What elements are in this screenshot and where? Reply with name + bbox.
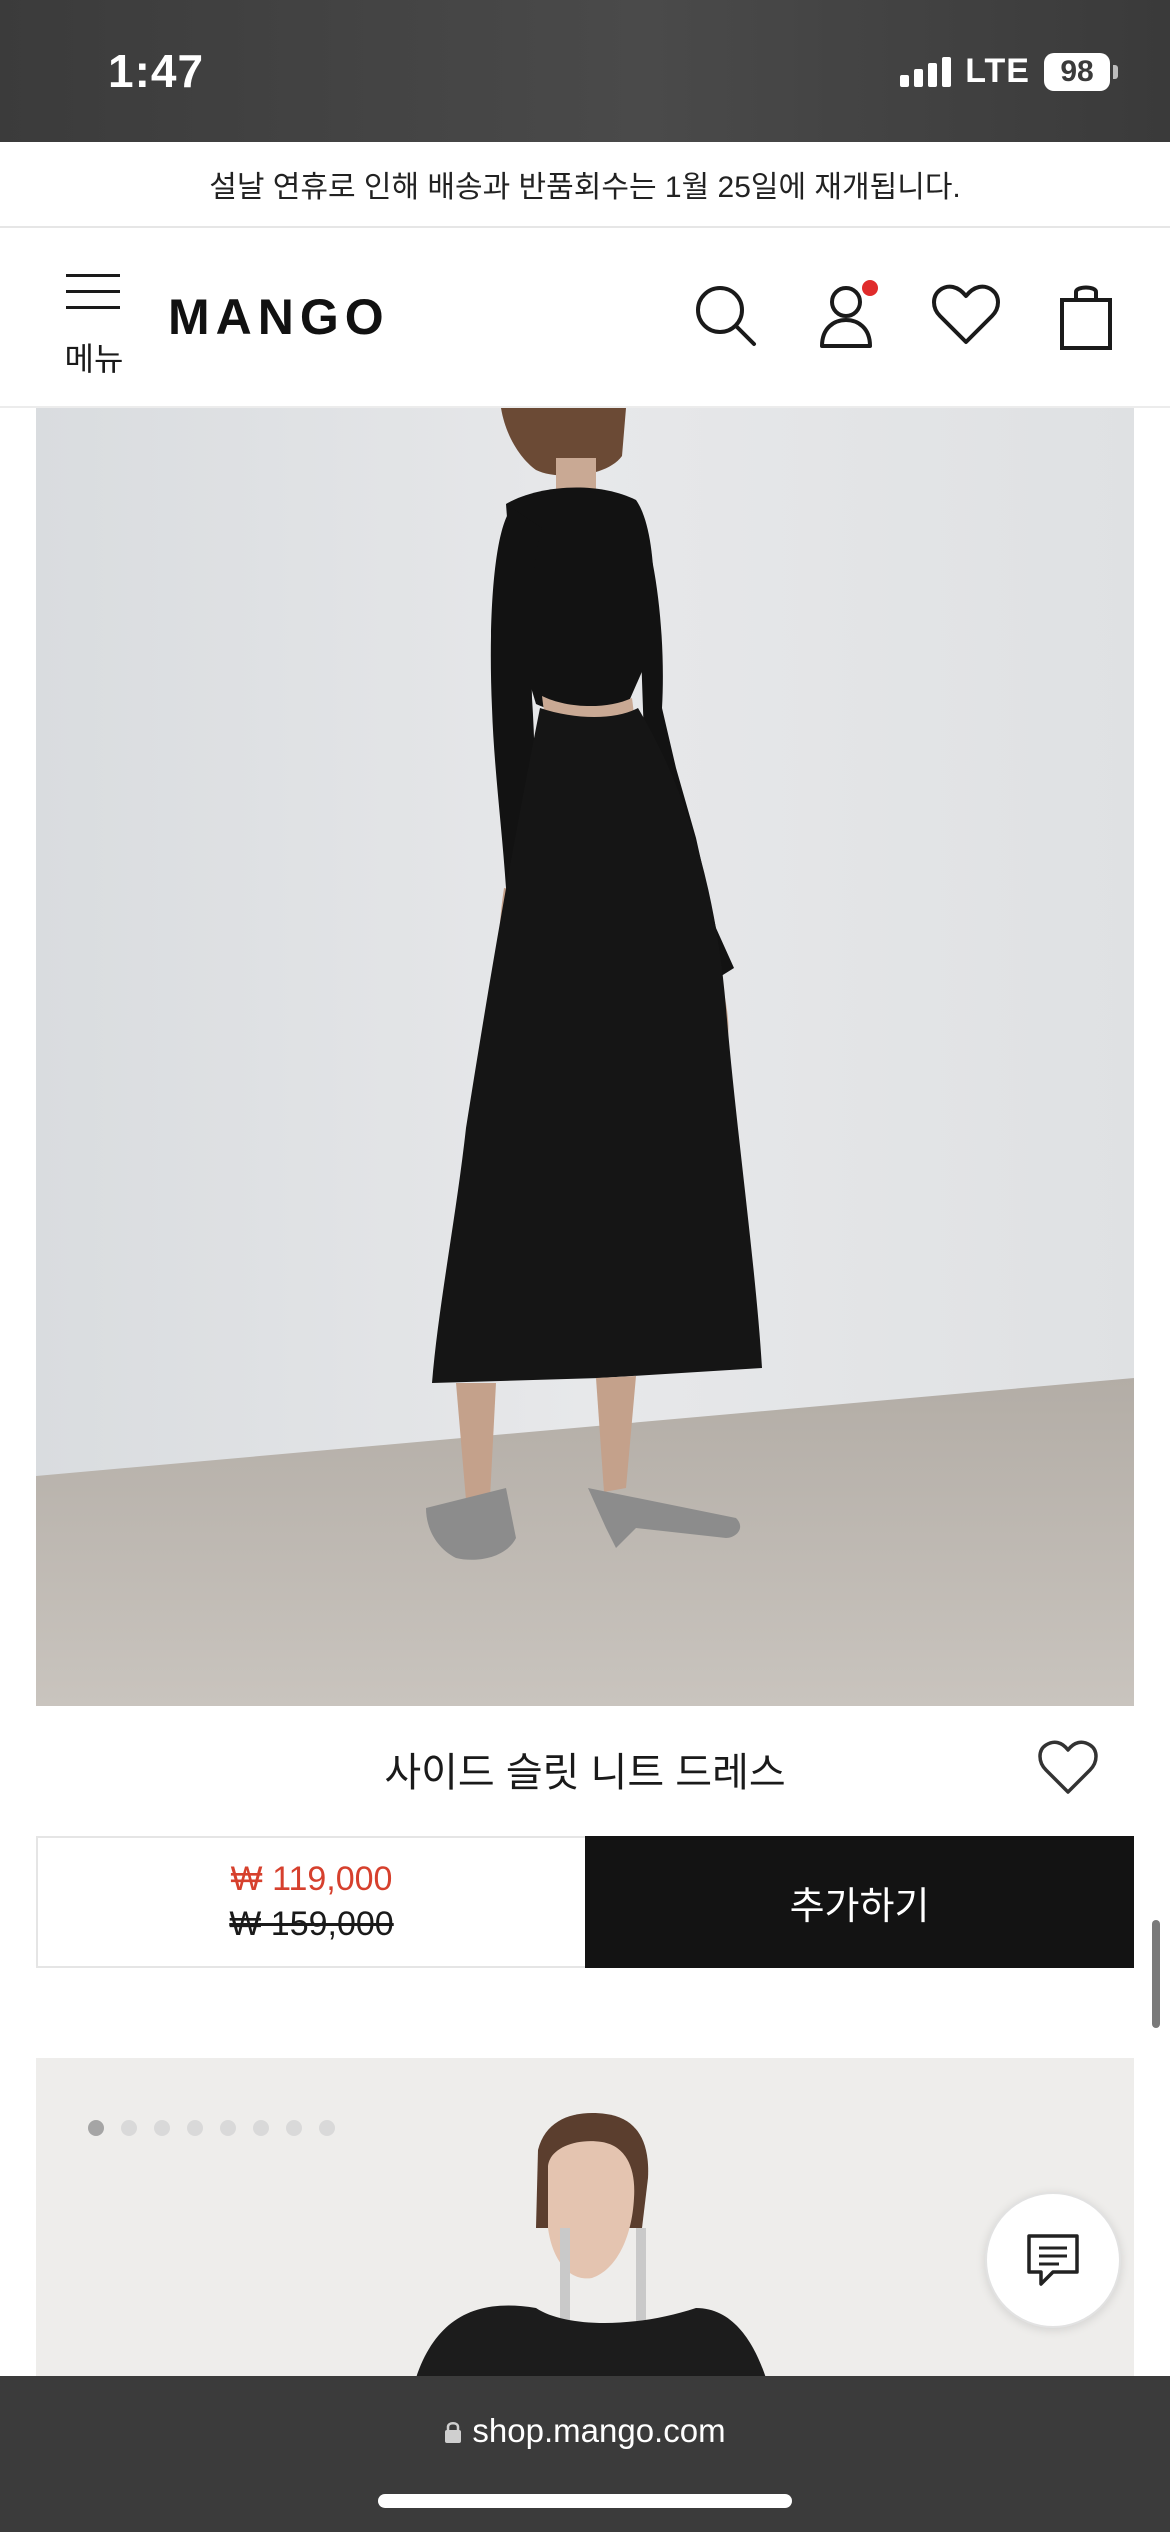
- carousel-dots[interactable]: [88, 2120, 335, 2136]
- carousel-dot[interactable]: [154, 2120, 170, 2136]
- original-price: ₩ 159,000: [229, 1905, 394, 1943]
- search-icon[interactable]: [690, 280, 762, 352]
- notification-dot: [862, 280, 878, 296]
- network-type: LTE: [965, 52, 1030, 90]
- wishlist-icon[interactable]: [930, 280, 1002, 352]
- shopping-bag-icon[interactable]: [1050, 280, 1122, 352]
- status-bar: 1:47 LTE 98: [0, 0, 1170, 142]
- carousel-dot[interactable]: [253, 2120, 269, 2136]
- home-indicator[interactable]: [378, 2494, 792, 2508]
- heart-icon[interactable]: [1038, 1740, 1098, 1796]
- scrollbar[interactable]: [1152, 1920, 1160, 2028]
- carousel-dot[interactable]: [286, 2120, 302, 2136]
- carousel-dot[interactable]: [121, 2120, 137, 2136]
- chat-icon: [1027, 2234, 1079, 2286]
- signal-icon: [900, 56, 952, 87]
- battery-icon: 98: [1044, 52, 1118, 91]
- battery-level: 98: [1044, 52, 1110, 91]
- price-box: ₩ 119,000 ₩ 159,000: [36, 1836, 585, 1968]
- chat-button[interactable]: [985, 2192, 1121, 2328]
- carousel-dot[interactable]: [220, 2120, 236, 2136]
- carousel-dot[interactable]: [88, 2120, 104, 2136]
- url-text: shop.mango.com: [472, 2412, 726, 2449]
- mango-logo[interactable]: MANGO: [168, 288, 390, 346]
- menu-button[interactable]: 메뉴: [54, 274, 126, 377]
- status-time: 1:47: [108, 45, 205, 97]
- site-header: 메뉴 MANGO: [0, 228, 1170, 408]
- carousel-dot[interactable]: [319, 2120, 335, 2136]
- account-icon[interactable]: [810, 280, 882, 352]
- sale-price: ₩ 119,000: [230, 1860, 393, 1898]
- product-title-row: 사이드 슬릿 니트 드레스: [36, 1706, 1134, 1826]
- product-image[interactable]: [36, 408, 1134, 1706]
- browser-bar: shop.mango.com: [0, 2376, 1170, 2532]
- add-to-cart-button[interactable]: 추가하기: [585, 1836, 1134, 1968]
- menu-label: 메뉴: [64, 341, 124, 377]
- lock-icon: [444, 2414, 462, 2452]
- product-image-2[interactable]: [36, 2058, 1134, 2378]
- url-bar[interactable]: shop.mango.com: [0, 2412, 1170, 2452]
- purchase-row: ₩ 119,000 ₩ 159,000 추가하기: [36, 1836, 1134, 1968]
- status-indicators: LTE 98: [900, 52, 1118, 91]
- carousel-dot[interactable]: [187, 2120, 203, 2136]
- announcement-banner[interactable]: 설날 연휴로 인해 배송과 반품회수는 1월 25일에 재개됩니다.: [0, 142, 1170, 228]
- product-title[interactable]: 사이드 슬릿 니트 드레스: [36, 1740, 1134, 1798]
